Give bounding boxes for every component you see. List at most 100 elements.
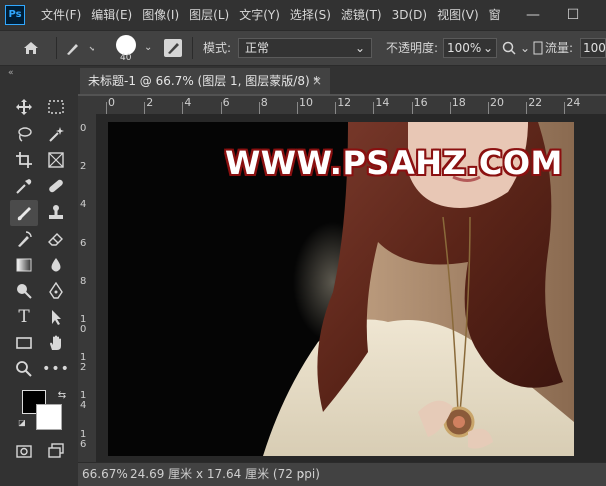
more-tools-icon[interactable]: •••: [44, 358, 68, 380]
menu-bar: Ps 文件(F) 编辑(E) 图像(I) 图层(L) 文字(Y) 选择(S) 滤…: [0, 0, 606, 30]
ruler-left-label: 6: [80, 239, 86, 249]
ruler-left-label: 1 2: [80, 353, 86, 373]
ruler-left-label: 0: [80, 124, 86, 134]
mode-label: 模式:: [203, 31, 231, 65]
brush-tool-icon[interactable]: [10, 200, 38, 226]
ruler-left-label: 2: [80, 162, 86, 172]
maximize-button[interactable]: ☐: [558, 0, 588, 30]
ruler-top-label: 18: [452, 96, 466, 109]
blur-tool-icon[interactable]: [44, 254, 68, 276]
hand-tool-icon[interactable]: [44, 332, 68, 354]
menu-3d[interactable]: 3D(D): [387, 0, 432, 30]
flow-value: 100: [583, 41, 606, 55]
toggle-icon[interactable]: [533, 31, 543, 65]
chevron-down-icon: ⌄: [355, 39, 365, 57]
menu-select[interactable]: 选择(S): [285, 0, 336, 30]
quick-mask-icon[interactable]: [12, 440, 36, 462]
pen-tool-icon[interactable]: [44, 280, 68, 302]
path-selection-tool-icon[interactable]: [44, 306, 68, 328]
ruler-left-label: 1 0: [80, 315, 86, 335]
rectangle-tool-icon[interactable]: [12, 332, 36, 354]
canvas-area[interactable]: WWW.PSAHZ.COM: [96, 114, 606, 462]
document-info: 24.69 厘米 x 17.64 厘米 (72 ppi): [130, 463, 320, 485]
default-colors-icon[interactable]: ◪: [16, 416, 28, 428]
ruler-left-label: 1 6: [80, 430, 86, 450]
ruler-top-label: 22: [528, 96, 542, 109]
screen-mode-icon[interactable]: [44, 440, 68, 462]
status-menu-arrow[interactable]: ›: [300, 463, 305, 485]
swap-colors-icon[interactable]: ⇆: [50, 384, 74, 406]
opacity-input[interactable]: 100% ⌄: [443, 38, 497, 58]
lasso-tool-icon[interactable]: [12, 123, 36, 145]
brush-settings-icon[interactable]: [164, 39, 182, 57]
healing-brush-tool-icon[interactable]: [44, 175, 68, 197]
flow-label: 流量:: [545, 31, 573, 65]
document-tab-bar: 未标题-1 @ 66.7% (图层 1, 图层蒙版/8) * ×: [78, 66, 606, 94]
horizontal-ruler[interactable]: 024681012141618202224: [96, 96, 606, 115]
ruler-top-label: 8: [261, 96, 268, 109]
chevron-down-icon: ⌄: [483, 39, 493, 57]
close-icon[interactable]: ×: [312, 68, 322, 94]
options-bar: 40 ⌄ 模式: 正常 ⌄ 不透明度: 100% ⌄ ⌄ 流量: 100: [0, 30, 606, 66]
mode-value: 正常: [245, 41, 269, 55]
menu-type[interactable]: 文字(Y): [234, 0, 285, 30]
ruler-top-label: 12: [337, 96, 351, 109]
ruler-left-label: 8: [80, 277, 86, 287]
magic-wand-tool-icon[interactable]: [44, 123, 68, 145]
watermark-text: WWW.PSAHZ.COM: [225, 144, 563, 182]
pressure-opacity-icon[interactable]: [502, 31, 518, 65]
photoshop-logo: Ps: [5, 5, 25, 25]
menu-filter[interactable]: 滤镜(T): [336, 0, 387, 30]
opacity-value: 100%: [447, 41, 481, 55]
clone-stamp-tool-icon[interactable]: [44, 202, 68, 224]
background-color-swatch[interactable]: [36, 404, 62, 430]
ruler-origin[interactable]: [78, 96, 97, 115]
history-brush-tool-icon[interactable]: [12, 228, 36, 250]
menu-edit[interactable]: 编辑(E): [86, 0, 137, 30]
home-icon[interactable]: [22, 31, 46, 65]
ruler-top-label: 24: [566, 96, 580, 109]
ruler-top-label: 4: [184, 96, 191, 109]
ruler-top-label: 20: [490, 96, 504, 109]
eraser-tool-icon[interactable]: [44, 228, 68, 250]
brush-size-label: 40: [120, 53, 131, 63]
crop-tool-icon[interactable]: [12, 149, 36, 171]
type-tool-icon[interactable]: T: [12, 306, 36, 328]
frame-tool-icon[interactable]: [44, 149, 68, 171]
move-tool-icon[interactable]: [12, 96, 36, 118]
chevron-down-icon[interactable]: ⌄: [520, 31, 530, 65]
status-bar: 66.67% 24.69 厘米 x 17.64 厘米 (72 ppi) ›: [78, 462, 606, 486]
ruler-top-label: 2: [146, 96, 153, 109]
menu-window[interactable]: 窗: [484, 0, 506, 30]
gradient-tool-icon[interactable]: [12, 254, 36, 276]
marquee-tool-icon[interactable]: [44, 96, 68, 118]
ruler-left-label: 4: [80, 200, 86, 210]
menu-list: 文件(F) 编辑(E) 图像(I) 图层(L) 文字(Y) 选择(S) 滤镜(T…: [36, 0, 506, 30]
opacity-label: 不透明度:: [386, 31, 438, 65]
document-canvas[interactable]: WWW.PSAHZ.COM: [108, 122, 574, 456]
ruler-top-label: 6: [223, 96, 230, 109]
document-tab-title: 未标题-1 @ 66.7% (图层 1, 图层蒙版/8) *: [88, 74, 319, 88]
ruler-top-label: 16: [414, 96, 428, 109]
menu-image[interactable]: 图像(I): [137, 0, 184, 30]
mode-select[interactable]: 正常 ⌄: [238, 38, 372, 58]
vertical-ruler[interactable]: 024681 01 21 41 6: [78, 114, 97, 462]
collapse-panel-icon[interactable]: «: [8, 68, 14, 78]
flow-input[interactable]: 100: [580, 38, 606, 58]
tools-panel: « T: [0, 66, 78, 486]
menu-view[interactable]: 视图(V): [432, 0, 484, 30]
menu-file[interactable]: 文件(F): [36, 0, 86, 30]
document-tab[interactable]: 未标题-1 @ 66.7% (图层 1, 图层蒙版/8) * ×: [80, 68, 330, 94]
dodge-tool-icon[interactable]: [12, 280, 36, 302]
zoom-tool-icon[interactable]: [12, 358, 36, 380]
brush-tip-preview[interactable]: [116, 35, 136, 55]
chevron-down-icon[interactable]: ⌄: [144, 31, 156, 65]
ruler-top-label: 0: [108, 96, 115, 109]
menu-layer[interactable]: 图层(L): [184, 0, 234, 30]
eyedropper-tool-icon[interactable]: [12, 175, 36, 197]
zoom-level[interactable]: 66.67%: [82, 463, 128, 485]
ruler-top-label: 10: [299, 96, 313, 109]
ruler-top-label: 14: [375, 96, 389, 109]
minimize-button[interactable]: —: [518, 0, 548, 30]
brush-preset-picker[interactable]: [64, 31, 100, 65]
